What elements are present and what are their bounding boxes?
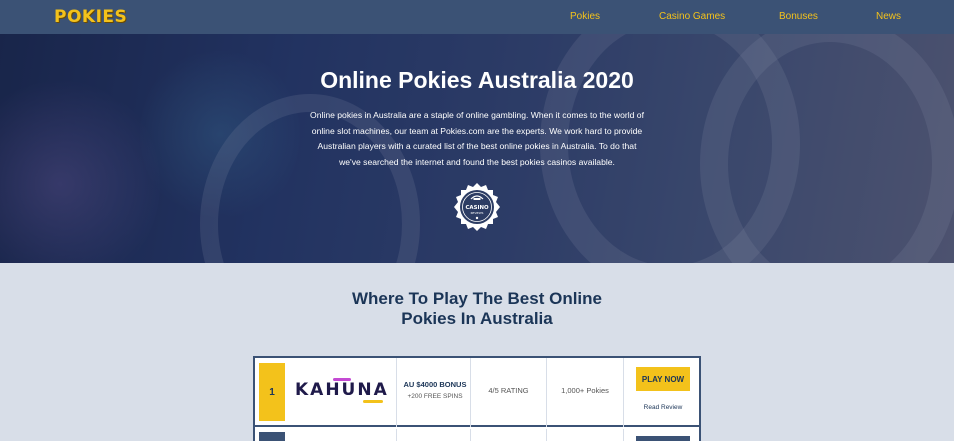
section-title-line: Where To Play The Best Online xyxy=(351,289,602,308)
casino-logo-text: KAHUNA xyxy=(295,380,389,400)
rank-badge: 1 xyxy=(259,363,285,421)
cell-divider xyxy=(396,358,397,427)
nav-link-casino-games[interactable]: Casino Games xyxy=(659,11,725,22)
hero-description-line: Australian players with a curated list o… xyxy=(317,141,637,152)
badge-sub-text: REVIEWS xyxy=(471,211,484,215)
casino-rating: 4/5 RATING xyxy=(488,386,529,395)
site-logo[interactable]: POKIES xyxy=(54,6,127,28)
rank-badge xyxy=(259,432,285,441)
cell-divider xyxy=(470,429,471,441)
free-spins: +200 FREE SPINS xyxy=(407,393,463,400)
cell-divider xyxy=(546,429,547,441)
cell-divider xyxy=(623,358,624,427)
top-nav: POKIES Pokies Casino Games Bonuses News xyxy=(0,0,954,34)
pokies-count: 1,000+ Pokies xyxy=(561,386,609,395)
bonus-amount: AU $4000 BONUS xyxy=(403,380,467,389)
casino-table: 1 KAHUNA AU $4000 BONUS +200 FREE SPINS … xyxy=(253,356,701,441)
logo-text: POKIES xyxy=(54,7,128,27)
cell-divider xyxy=(623,429,624,441)
read-review-link[interactable]: Read Review xyxy=(632,404,694,411)
hero-description-line: Online pokies in Australia are a staple … xyxy=(310,110,644,120)
hero-banner: Online Pokies Australia 2020 Online poki… xyxy=(0,34,954,263)
casino-logo[interactable]: KAHUNA xyxy=(291,374,391,404)
hero-description: Online pokies in Australia are a staple … xyxy=(297,108,657,170)
hero-title: Online Pokies Australia 2020 xyxy=(320,67,634,93)
nav-link-bonuses[interactable]: Bonuses xyxy=(779,11,818,22)
section-title: Where To Play The Best Online Pokies In … xyxy=(0,289,954,329)
nav-link-pokies[interactable]: Pokies xyxy=(570,11,600,22)
section-title-line: Pokies In Australia xyxy=(401,309,553,328)
hero-description-line: we've searched the internet and found th… xyxy=(339,156,615,167)
hero-description-line: online slot machines, our team at Pokies… xyxy=(311,125,643,136)
logo-accent xyxy=(363,400,383,403)
table-row: 1 KAHUNA AU $4000 BONUS +200 FREE SPINS … xyxy=(255,358,699,427)
casino-reviews-badge-icon: CASINO REVIEWS xyxy=(454,183,500,231)
play-now-button[interactable] xyxy=(636,436,690,441)
cell-divider xyxy=(396,429,397,441)
nav-link-news[interactable]: News xyxy=(876,11,901,22)
table-row xyxy=(255,429,699,441)
play-now-button[interactable]: PLAY NOW xyxy=(636,367,690,391)
